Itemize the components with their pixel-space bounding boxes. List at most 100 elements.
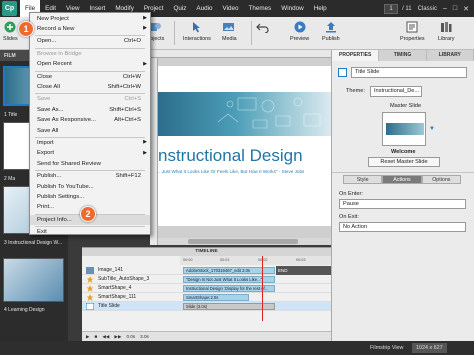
timeline-bar[interactable]: SmartShape:2.0s — [183, 294, 249, 301]
menu-item-label: Save As Responsive... — [37, 117, 96, 124]
menu-item-export[interactable]: Export ▶ — [30, 149, 150, 159]
timeline-controls: ▶ ■ ◀◀ ▶▶ 0.0s 3.0s — [82, 331, 331, 341]
menu-video[interactable]: Video — [218, 0, 244, 17]
menu-item-shortcut: Shift+F12 — [115, 173, 141, 180]
menu-item-open[interactable]: Open... Ctrl+O — [30, 37, 150, 47]
timeline-end-marker: END — [276, 266, 331, 275]
play-icon[interactable]: ▶ — [86, 334, 90, 340]
properties-toolbar-button[interactable]: Properties — [400, 21, 425, 42]
master-slide-thumbnail[interactable] — [382, 112, 426, 146]
slide-name-input[interactable]: Title Slide — [351, 67, 467, 78]
menu-item-label: Save — [37, 96, 51, 103]
workspace-dropdown[interactable]: Classic — [418, 6, 437, 12]
stage-horizontal-scrollbar[interactable] — [158, 238, 331, 245]
slide-row-icon — [86, 303, 94, 310]
menu-item-new-project[interactable]: New Project ▶ — [30, 14, 150, 24]
menu-item-record-a-new[interactable]: Record a New ▶ — [30, 24, 150, 34]
subtab-style[interactable]: Style — [343, 175, 383, 184]
timeline-playhead[interactable] — [262, 256, 263, 321]
menu-item-label: Exit — [37, 229, 47, 236]
play-icon — [294, 21, 306, 33]
menu-item-close-all[interactable]: Close All Shift+Ctrl+W — [30, 82, 150, 92]
on-enter-select[interactable]: Pause — [339, 199, 466, 209]
subtab-actions[interactable]: Actions — [382, 175, 422, 184]
menu-item-close[interactable]: Close Ctrl+W — [30, 72, 150, 82]
menu-audio[interactable]: Audio — [191, 0, 217, 17]
menu-window[interactable]: Window — [276, 0, 308, 17]
menu-item-label: Print... — [37, 204, 55, 211]
step-callout-2: 2 — [80, 206, 96, 222]
stop-icon[interactable]: ■ — [95, 334, 98, 339]
library-toolbar-button[interactable]: Library — [438, 21, 454, 42]
menu-item-label: Open Recent — [37, 61, 72, 68]
interactions-button[interactable]: Interactions — [183, 21, 211, 42]
undo-button[interactable] — [256, 21, 270, 36]
menu-item-label: Project Info... — [37, 216, 72, 223]
menu-item-label: Publish Settings... — [37, 193, 85, 200]
menu-item-send-for-shared-review[interactable]: Send for Shared Review — [30, 159, 150, 169]
duration-readout: 3.0s — [140, 334, 149, 339]
menu-item-publish[interactable]: Publish... Shift+F12 — [30, 172, 150, 182]
on-exit-select[interactable]: No Action — [339, 222, 466, 232]
reset-master-slide-button[interactable]: Reset Master Slide — [368, 157, 440, 167]
menu-item-publish-to-youtube[interactable]: Publish To YouTube... — [30, 182, 150, 192]
menu-item-label: Save All — [37, 127, 59, 134]
tab-properties[interactable]: PROPERTIES — [332, 50, 380, 61]
slides-button[interactable]: Slides — [3, 21, 18, 42]
slide-quote-text[interactable]: ...Just What It Looks Like Or Feels Like… — [158, 169, 331, 174]
master-slide-label: Master Slide — [390, 103, 422, 109]
properties-subtabs: Style Actions Options — [343, 175, 461, 184]
menu-item-browse-in-bridge: Browse in Bridge — [30, 49, 150, 59]
menu-item-import[interactable]: Import ▶ — [30, 138, 150, 148]
undo-icon — [256, 23, 269, 33]
media-button[interactable]: Media — [222, 21, 237, 42]
menu-item-open-recent[interactable]: Open Recent ▶ — [30, 60, 150, 70]
slide-title-text[interactable]: nstructional Design — [158, 146, 331, 166]
page-number-input[interactable]: 1 — [384, 3, 399, 14]
publish-button[interactable]: Publish — [322, 21, 340, 42]
timeline-row[interactable]: SmartShape_111 SmartShape:2.0s — [82, 293, 331, 302]
view-mode: Filmstrip View — [370, 345, 404, 351]
add-slide-icon — [4, 21, 16, 33]
timeline-row[interactable]: SubTitle_AutoShape_3 "Design Is Not Just… — [82, 275, 331, 284]
timeline-row[interactable]: Title Slide Slide (3.0s) — [82, 302, 331, 311]
timeline-row[interactable]: SmartShape_4 Instructional Design :Displ… — [82, 284, 331, 293]
minimize-icon[interactable]: – — [443, 5, 447, 13]
maximize-icon[interactable]: □ — [453, 5, 457, 13]
menu-item-shortcut: Shift+Ctrl+S — [109, 106, 141, 113]
slide-icon — [338, 68, 347, 77]
slide-caption-2: 2 Ma — [4, 176, 16, 182]
close-icon[interactable]: ✕ — [463, 5, 469, 13]
scrollbar-thumb[interactable] — [188, 239, 298, 244]
tab-timing[interactable]: TIMING — [379, 50, 427, 61]
menu-item-label: Publish... — [37, 173, 62, 180]
forward-icon[interactable]: ▶▶ — [114, 334, 121, 340]
subtab-options[interactable]: Options — [421, 175, 461, 184]
menu-quiz[interactable]: Quiz — [168, 0, 191, 17]
rewind-icon[interactable]: ◀◀ — [102, 334, 109, 340]
menu-item-publish-settings[interactable]: Publish Settings... — [30, 192, 150, 202]
on-enter-label: On Enter: — [339, 191, 363, 197]
theme-select[interactable]: Instructional_De... — [370, 86, 422, 97]
vertical-ruler — [150, 58, 158, 245]
page-total: / 11 — [402, 5, 412, 12]
menu-item-save-as[interactable]: Save As... Shift+Ctrl+S — [30, 105, 150, 115]
menu-themes[interactable]: Themes — [244, 0, 277, 17]
step-callout-1: 1 — [18, 21, 34, 37]
tab-library[interactable]: LIBRARY — [427, 50, 474, 61]
slide-thumb-4[interactable] — [3, 258, 64, 302]
preview-button[interactable]: Preview — [290, 21, 309, 42]
slide-canvas[interactable]: nstructional Design ...Just What It Look… — [158, 66, 331, 226]
menu-item-exit[interactable]: Exit — [30, 228, 150, 238]
menu-help[interactable]: Help — [309, 0, 332, 17]
menu-item-label: Open... — [37, 38, 57, 45]
menu-item-save-as-responsive[interactable]: Save As Responsive... Alt+Ctrl+S — [30, 116, 150, 126]
menu-item-save-all[interactable]: Save All — [30, 126, 150, 136]
file-menu-dropdown: New Project ▶ Record a New ▶ Open... Ctrl+O Br… — [29, 12, 151, 235]
star-icon — [86, 285, 94, 292]
master-dropdown-arrow-icon[interactable]: ▼ — [429, 126, 435, 132]
status-bar: Filmstrip View 1024 x 627 — [0, 341, 474, 355]
slide-banner-image[interactable] — [158, 92, 331, 136]
menu-item-shortcut: Alt+Ctrl+S — [114, 117, 141, 124]
menu-item-label: Record a New — [37, 25, 75, 32]
